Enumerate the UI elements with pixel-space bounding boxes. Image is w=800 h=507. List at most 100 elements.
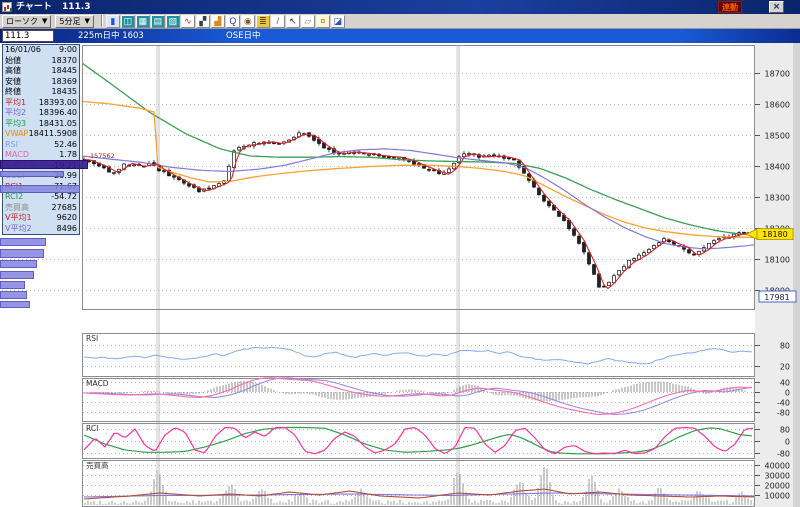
data-panel-row: 平均3 18431.05	[3, 119, 79, 130]
3d-chart-icon[interactable]: ▦	[135, 14, 150, 28]
linked-badge[interactable]: 連動	[718, 1, 742, 13]
data-panel-label: RSI	[5, 139, 18, 149]
data-panel-value: 18411.5908	[28, 129, 77, 138]
svg-text:80: 80	[780, 426, 790, 435]
data-panel-row: 平均2 18396.40	[3, 108, 79, 119]
svg-text:18600: 18600	[765, 101, 790, 110]
data-panel-row: 終値 18435	[3, 87, 79, 98]
data-panel-row: VWAP 18411.5908	[3, 129, 79, 140]
data-panel-label: 16/01/06	[5, 45, 41, 54]
volume-profile-bar	[0, 271, 34, 279]
toolbar-icon-group: ▮ ◫ ▦ ▤ ▨ ∿ ▞ ▟ Q ◉ ≣ / ↖ ▱ ¤ ◪	[105, 14, 346, 28]
data-panel-value: 18370	[51, 55, 77, 65]
panel-label-MACD: MACD	[86, 379, 109, 388]
data-panel-row: 安値 18369	[3, 77, 79, 88]
data-panel-value: 8496	[56, 223, 77, 233]
volume-profile-bar	[0, 249, 44, 258]
svg-text:-80: -80	[777, 450, 790, 459]
svg-text:40000: 40000	[765, 462, 790, 471]
data-panel-value: 18445	[51, 66, 77, 75]
data-panel-row: 平均1 18393.00	[3, 98, 79, 109]
svg-text:10000: 10000	[765, 492, 790, 501]
data-panel-label: 平均2	[5, 108, 27, 117]
data-panel-value: -54.72	[51, 192, 77, 201]
svg-text:80: 80	[780, 342, 790, 351]
timeframe-dropdown[interactable]: 5分足 ▼	[55, 14, 94, 28]
eraser-icon[interactable]: ▱	[300, 14, 315, 28]
data-panel-value: 18435	[51, 87, 77, 96]
data-panel-row: 始値 18370	[3, 56, 79, 67]
data-panel-value: 27685	[51, 202, 77, 212]
volume-profile-bar	[0, 238, 46, 246]
data-panel-label: V平均2	[5, 223, 32, 233]
svg-text:18300: 18300	[765, 194, 790, 203]
svg-text:-80: -80	[777, 409, 790, 418]
close-button[interactable]: ×	[769, 1, 784, 13]
volume-profile-bar	[0, 260, 37, 268]
data-panel-value: 1.78	[59, 150, 77, 159]
svg-text:0: 0	[785, 389, 790, 398]
title-bar[interactable]: チャート 111.3 連動 ×	[0, 0, 800, 14]
data-panel-row: MACD 1.78	[3, 150, 79, 161]
volume-profile-bar	[0, 301, 30, 308]
data-panel-row: V平均1 9620	[3, 213, 79, 224]
data-panel-label: V平均1	[5, 213, 32, 222]
chart-canvas[interactable]: 1870018600185001840018300182001810018000…	[0, 43, 800, 507]
window-title: チャート	[16, 2, 52, 12]
chart-area[interactable]: 1870018600185001840018300182001810018000…	[0, 43, 800, 507]
chevron-down-icon: ▼	[84, 17, 90, 25]
data-panel-row: RSI 52.46	[3, 140, 79, 151]
volume-profile-bar	[0, 171, 64, 177]
profile-max-label: 157562	[90, 152, 115, 160]
data-panel-value: 9620	[56, 213, 77, 222]
bar-chart-icon[interactable]: ◫	[120, 14, 135, 28]
toolbar-separator	[100, 15, 103, 27]
zoom-icon[interactable]: Q	[225, 14, 240, 28]
svg-text:20000: 20000	[765, 482, 790, 491]
multi-chart-icon[interactable]: ▤	[150, 14, 165, 28]
cursor-icon[interactable]: ↖	[285, 14, 300, 28]
svg-text:40: 40	[780, 379, 790, 388]
data-panel-value: 18393.00	[38, 97, 77, 107]
data-panel-label: 高値	[5, 66, 21, 75]
search-key-icon[interactable]: ¤	[315, 14, 330, 28]
app-icon	[2, 2, 12, 12]
point-figure-icon[interactable]: ▨	[165, 14, 180, 28]
svg-text:0: 0	[785, 438, 790, 447]
data-panel-row: 16/01/06 9:00	[3, 45, 79, 56]
clear-draw-icon[interactable]: ◪	[330, 14, 345, 28]
mountain-chart-icon[interactable]: ▞	[195, 14, 210, 28]
data-panel-label: RCI2	[5, 192, 24, 201]
data-panel-label: VWAP	[5, 129, 29, 138]
volume-display-icon[interactable]: ≣	[255, 14, 270, 28]
data-panel-value: 9:00	[59, 45, 77, 54]
instrument-label: 225m日中 1603	[78, 31, 144, 41]
compare-chart-icon[interactable]: ▟	[210, 14, 225, 28]
session-low-badge: 17981	[764, 293, 789, 302]
panel-label-RSI: RSI	[86, 334, 98, 343]
data-panel-label: 売買高	[5, 202, 29, 212]
svg-text:30000: 30000	[765, 472, 790, 481]
data-panel-label: 始値	[5, 55, 21, 65]
data-panel-label: 平均1	[5, 97, 27, 107]
draw-line-icon[interactable]: /	[270, 14, 285, 28]
data-panel-row: V平均2 8496	[3, 224, 79, 235]
candle-chart-icon[interactable]: ▮	[105, 14, 120, 28]
volume-profile-bar	[0, 291, 27, 299]
current-price-badge: 18180	[762, 230, 787, 239]
svg-text:18700: 18700	[765, 70, 790, 79]
data-panel-value: 18369	[51, 76, 77, 86]
panel-label-売買高: 売買高	[86, 460, 109, 470]
data-panel-label: 平均3	[5, 118, 27, 128]
chevron-down-icon: ▼	[42, 17, 48, 25]
quote-data-panel: 16/01/06 9:00 始値 18370 高値 18445 安値 18369 終値 18435…	[2, 44, 80, 235]
market-label: OSE日中	[226, 31, 261, 41]
data-panel-label: 安値	[5, 76, 21, 86]
symbol-input[interactable]	[2, 30, 54, 42]
volume-profile-bar	[0, 185, 80, 193]
indicator-settings-icon[interactable]: ◉	[240, 14, 255, 28]
line-chart-icon[interactable]: ∿	[180, 14, 195, 28]
chart-type-dropdown[interactable]: ローソク ▼	[2, 14, 52, 28]
svg-text:-40: -40	[777, 399, 790, 408]
svg-text:18500: 18500	[765, 132, 790, 141]
